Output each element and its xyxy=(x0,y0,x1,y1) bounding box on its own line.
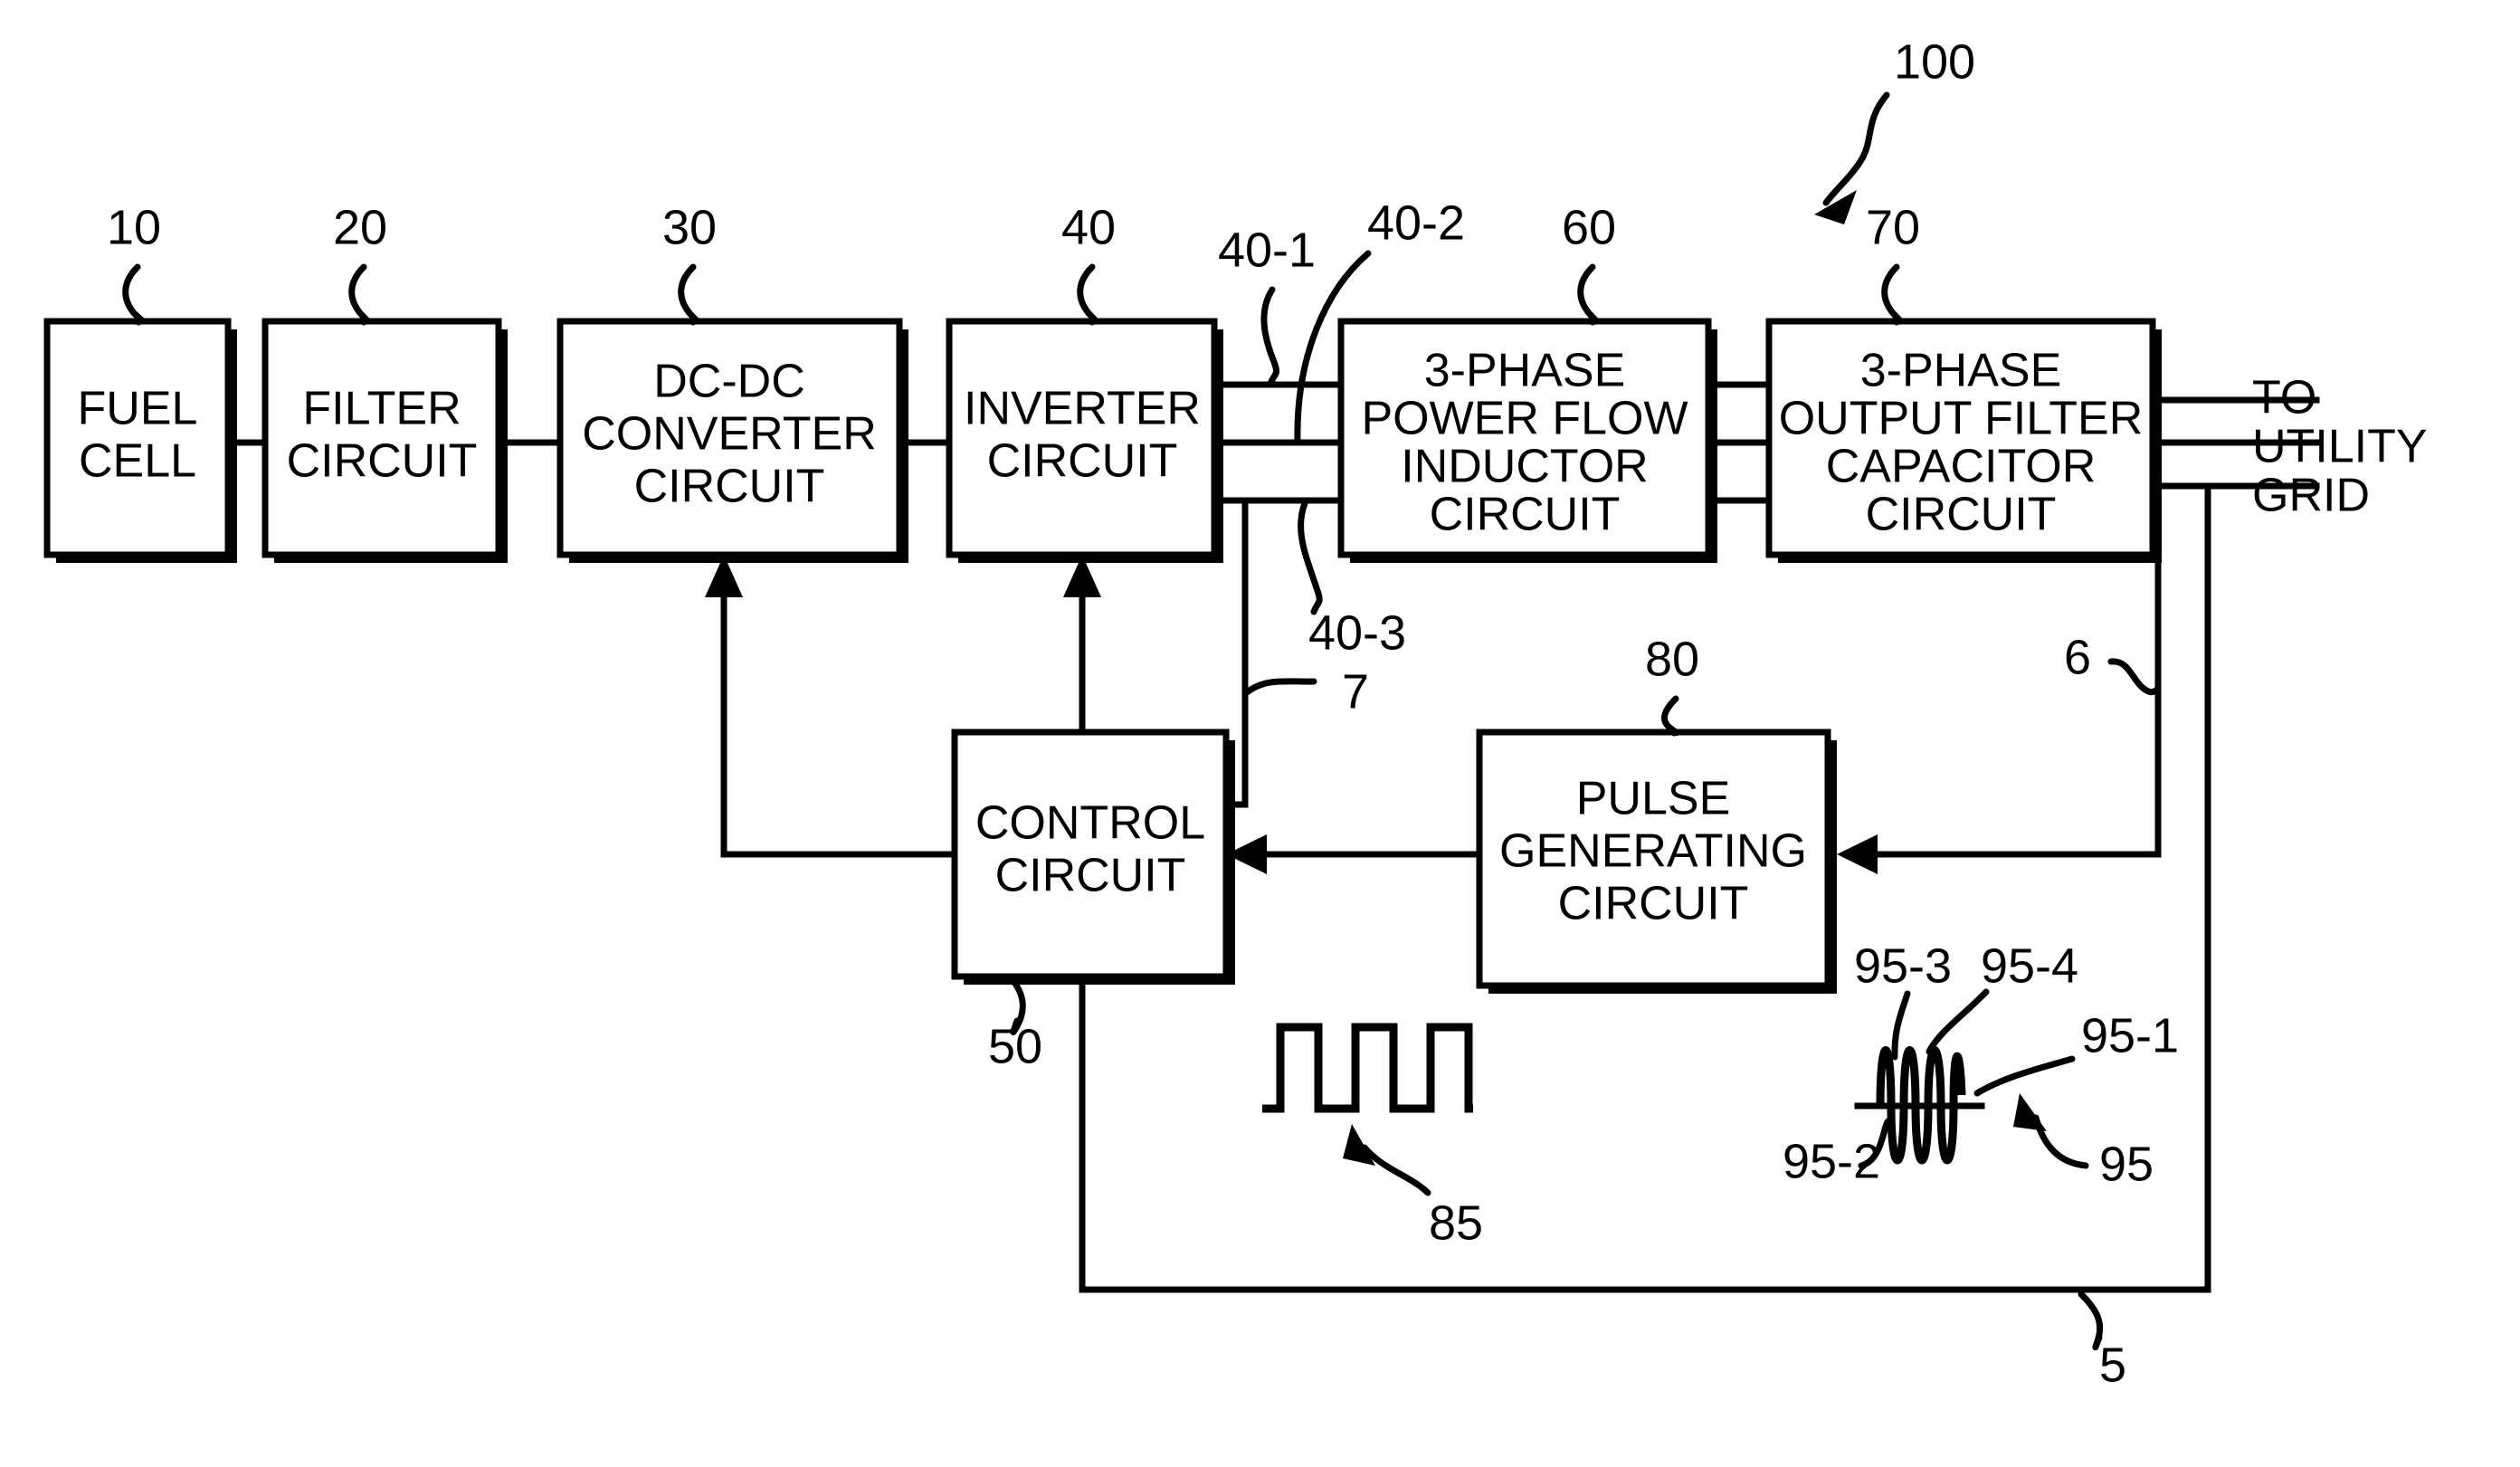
leader-line-70 xyxy=(1881,263,1903,326)
ref-label-95-1: 95-1 xyxy=(2081,1008,2179,1062)
ref-label-80: 80 xyxy=(1645,632,1699,686)
ref-label-95-4: 95-4 xyxy=(1981,938,2078,993)
ref-5: 5 xyxy=(2078,1291,2126,1392)
inductor-label-line-4: CIRCUIT xyxy=(1430,489,1621,541)
ref-30: 30 xyxy=(662,200,717,326)
leader-line-95-1 xyxy=(1973,1055,2076,1097)
block-power-flow-inductor[interactable]: 3-PHASE POWER FLOW INDUCTOR CIRCUIT xyxy=(1337,318,1717,563)
pulse-gen-label-line-1: PULSE xyxy=(1576,773,1731,825)
grid-label-line-3: GRID xyxy=(2252,470,2370,522)
filter-circuit-label-line-1: FILTER xyxy=(302,383,461,435)
arrowhead-85 xyxy=(1343,1124,1375,1166)
inductor-label-line-1: 3-PHASE xyxy=(1424,345,1626,397)
ref-10: 10 xyxy=(107,200,161,326)
control-circuit-label-line-2: CIRCUIT xyxy=(995,850,1186,902)
ref-label-5: 5 xyxy=(2099,1338,2126,1392)
inductor-label-line-2: POWER FLOW xyxy=(1361,393,1688,445)
inverter-label-line-2: CIRCUIT xyxy=(987,435,1178,488)
control-circuit-label-line-1: CONTROL xyxy=(975,797,1205,850)
leader-line-10 xyxy=(122,263,146,326)
block-output-filter-capacitor[interactable]: 3-PHASE OUTPUT FILTER CAPACITOR CIRCUIT xyxy=(1765,318,2162,563)
grid-label-line-2: UTILITY xyxy=(2252,421,2428,473)
ref-7: 7 xyxy=(1243,664,1369,719)
leader-line-95 xyxy=(2032,1114,2089,1169)
ref-6: 6 xyxy=(2064,630,2161,696)
ref-label-70: 70 xyxy=(1866,200,1920,254)
ref-40-1: 40-1 xyxy=(1218,223,1316,387)
ref-label-40-3: 40-3 xyxy=(1308,605,1406,660)
pulse-waveform: 85 xyxy=(1262,1023,1483,1250)
grid-label-line-1: TO xyxy=(2252,372,2316,424)
leader-line-40 xyxy=(1077,263,1098,326)
capacitor-label-line-4: CIRCUIT xyxy=(1866,489,2057,541)
capacitor-label-line-3: CAPACITOR xyxy=(1826,441,2097,493)
ref-20: 20 xyxy=(333,200,387,326)
ref-label-20: 20 xyxy=(333,200,387,254)
leader-line-85 xyxy=(1361,1144,1431,1196)
leader-line-40-3 xyxy=(1298,500,1323,615)
arrowhead-to-pulsegen xyxy=(1837,834,1878,874)
sine-waveform: 95-3 95-4 95-1 95-2 95 xyxy=(1783,938,2179,1191)
block-diagram: 100 FUEL CELL 10 FILTER CIRCUIT 20 DC-DC… xyxy=(43,34,2428,1392)
ref-label-40: 40 xyxy=(1061,200,1116,254)
ref-label-100: 100 xyxy=(1894,34,1975,89)
ref-50: 50 xyxy=(988,976,1042,1073)
ref-70: 70 xyxy=(1866,200,1920,326)
leader-line-50 xyxy=(1008,976,1026,1036)
block-fuel-cell[interactable]: FUEL CELL xyxy=(43,318,237,563)
overall-ref-100: 100 xyxy=(1814,34,1975,224)
ref-label-40-2: 40-2 xyxy=(1367,195,1465,250)
leader-line-30 xyxy=(678,263,699,326)
utility-grid-label: TO UTILITY GRID xyxy=(2252,372,2428,522)
ref-label-95: 95 xyxy=(2099,1137,2154,1191)
ref-label-6: 6 xyxy=(2064,630,2091,684)
inverter-label-line-1: INVERTER xyxy=(964,383,1201,435)
block-dc-dc-converter[interactable]: DC-DC CONVERTER CIRCUIT xyxy=(556,318,908,563)
ref-label-40-1: 40-1 xyxy=(1218,223,1316,277)
leader-line-80 xyxy=(1661,695,1680,737)
capacitor-label-line-2: OUTPUT FILTER xyxy=(1779,393,2144,445)
ref-label-10: 10 xyxy=(107,200,161,254)
dc-dc-label-line-1: DC-DC xyxy=(653,356,805,408)
pulse-gen-label-line-2: GENERATING xyxy=(1499,825,1807,878)
capacitor-label-line-1: 3-PHASE xyxy=(1860,345,2062,397)
leader-line-6 xyxy=(2107,658,2161,696)
block-control-circuit[interactable]: CONTROL CIRCUIT xyxy=(951,729,1235,985)
leader-line-40-1 xyxy=(1260,286,1279,387)
fuel-cell-label-line-1: FUEL xyxy=(78,383,198,435)
ref-60: 60 xyxy=(1562,200,1616,326)
leader-line-60 xyxy=(1577,263,1599,326)
leader-line-20 xyxy=(348,263,370,326)
leader-line-100 xyxy=(1822,91,1890,206)
block-pulse-generating[interactable]: PULSE GENERATING CIRCUIT xyxy=(1476,729,1837,994)
block-filter-circuit[interactable]: FILTER CIRCUIT xyxy=(262,318,508,563)
ref-40: 40 xyxy=(1061,200,1116,326)
arrowhead-95 xyxy=(2013,1093,2047,1131)
ref-label-60: 60 xyxy=(1562,200,1616,254)
ref-label-7: 7 xyxy=(1342,664,1369,719)
leader-line-95-3 xyxy=(1891,990,1911,1061)
leader-line-5 xyxy=(2078,1291,2104,1351)
ref-label-85: 85 xyxy=(1429,1196,1483,1250)
leader-line-7 xyxy=(1243,678,1317,696)
ref-label-95-3: 95-3 xyxy=(1854,938,1952,993)
ref-80: 80 xyxy=(1645,632,1699,737)
block-inverter-circuit[interactable]: INVERTER CIRCUIT xyxy=(946,318,1223,563)
pulse-gen-label-line-3: CIRCUIT xyxy=(1558,878,1749,930)
ref-label-30: 30 xyxy=(662,200,717,254)
dc-dc-label-line-3: CIRCUIT xyxy=(634,461,825,513)
fuel-cell-label-line-2: CELL xyxy=(79,435,196,488)
leader-line-95-4 xyxy=(1926,988,1990,1055)
dc-dc-label-line-2: CONVERTER xyxy=(582,408,877,461)
filter-circuit-label-line-2: CIRCUIT xyxy=(287,435,478,488)
patent-figure-canvas: 100 FUEL CELL 10 FILTER CIRCUIT 20 DC-DC… xyxy=(0,0,2520,1467)
inductor-label-line-3: INDUCTOR xyxy=(1401,441,1648,493)
pulse-waveform-trace xyxy=(1262,1023,1473,1113)
wire-control-to-dcdc xyxy=(720,583,958,858)
